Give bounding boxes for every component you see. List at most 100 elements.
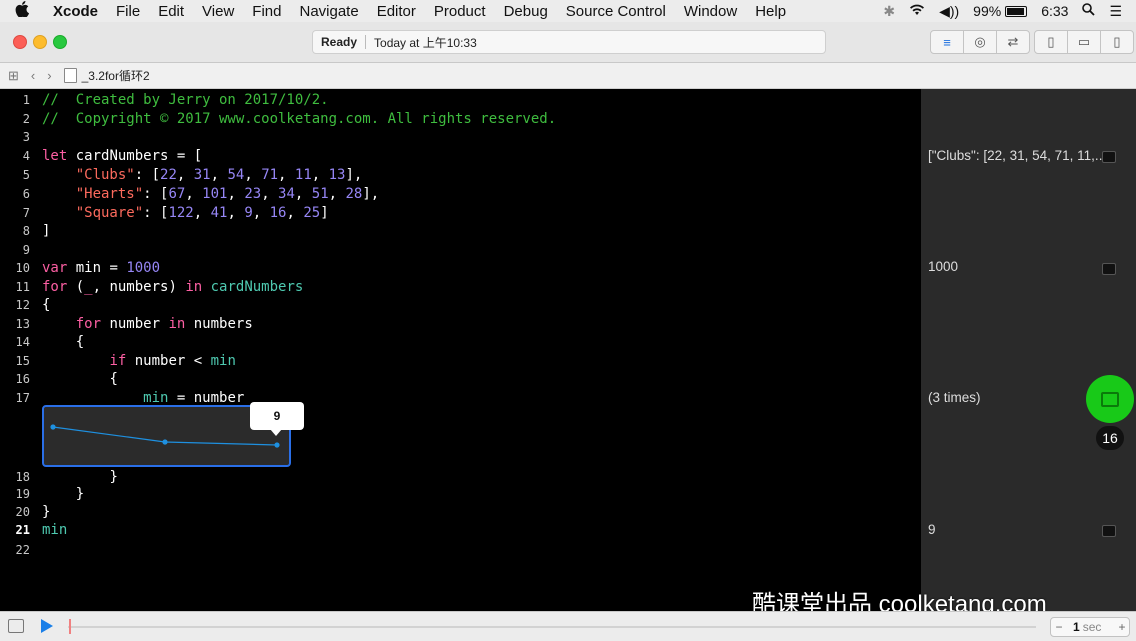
code-keyword: var xyxy=(42,260,68,276)
code-identifier: min xyxy=(210,353,236,369)
graph-point[interactable] xyxy=(162,439,168,445)
code-text: , numbers) xyxy=(92,279,186,295)
code-line-11: for (_, numbers) in cardNumbers xyxy=(42,278,303,296)
result-toggle-icon xyxy=(1101,391,1119,407)
code-number: 71 xyxy=(261,167,279,183)
code-keyword: if xyxy=(109,353,127,369)
menu-view[interactable]: View xyxy=(193,3,243,20)
menu-editor[interactable]: Editor xyxy=(368,3,425,20)
quick-look-icon[interactable] xyxy=(1102,151,1116,163)
code-editor[interactable]: 1 // Created by Jerry on 2017/10/2. 2 // C… xyxy=(0,89,921,611)
code-string: "Hearts" xyxy=(75,186,144,202)
close-window-button[interactable] xyxy=(13,35,27,49)
zoom-window-button[interactable] xyxy=(53,35,67,49)
apple-menu-icon[interactable] xyxy=(0,0,44,22)
menu-bar: Xcode File Edit View Find Navigate Edito… xyxy=(0,0,1136,22)
run-playground-button[interactable] xyxy=(41,619,53,633)
result-line-4[interactable]: ["Clubs": [22, 31, 54, 71, 11,... xyxy=(928,148,1106,163)
related-items-grid-icon[interactable]: ⊞ xyxy=(0,68,25,84)
navigator-toggle-icon[interactable]: ▯ xyxy=(1035,31,1068,53)
code-text: } xyxy=(109,469,118,485)
duration-stepper[interactable]: − 1 sec + xyxy=(1050,617,1130,637)
editor-mode-segmented: ≡ ◎ ⇄ xyxy=(930,30,1030,54)
menu-edit[interactable]: Edit xyxy=(149,3,193,20)
notification-center-icon[interactable]: ☰ xyxy=(1109,3,1122,20)
volume-icon[interactable]: ◀)) xyxy=(939,3,959,20)
line-number: 12 xyxy=(15,298,30,312)
battery-status[interactable]: 99% xyxy=(973,3,1028,19)
result-line-17[interactable]: (3 times) xyxy=(928,390,981,405)
line-number: 22 xyxy=(15,543,30,557)
line-number: 8 xyxy=(22,224,30,238)
utilities-toggle-icon[interactable]: ▯ xyxy=(1101,31,1133,53)
code-text: number xyxy=(101,316,169,332)
line-number: 9 xyxy=(22,243,30,257)
timeline-marker[interactable] xyxy=(69,619,71,634)
battery-percent: 99% xyxy=(973,3,1002,19)
tooltip-arrow xyxy=(270,429,282,436)
playground-file-icon xyxy=(63,68,77,83)
debug-area-toggle-icon[interactable]: ▭ xyxy=(1068,31,1101,53)
line-number: 15 xyxy=(15,354,30,368)
code-text: : [ xyxy=(134,167,161,183)
clock[interactable]: 6:33 xyxy=(1041,3,1068,19)
forward-chevron-icon[interactable]: › xyxy=(41,68,57,83)
execution-timeline[interactable] xyxy=(68,626,1036,628)
code-number: 34 xyxy=(278,186,295,202)
battery-icon xyxy=(1005,5,1028,17)
menu-debug[interactable]: Debug xyxy=(495,3,557,20)
line-number: 20 xyxy=(15,505,30,519)
code-number: 25 xyxy=(303,205,321,221)
code-line-16: { xyxy=(42,370,117,388)
quick-look-icon[interactable] xyxy=(1102,525,1116,537)
code-number: 22 xyxy=(160,167,177,183)
code-string: "Clubs" xyxy=(75,167,135,183)
line-number: 11 xyxy=(15,280,30,294)
increment-icon[interactable]: + xyxy=(1115,620,1129,634)
minimize-window-button[interactable] xyxy=(33,35,47,49)
window-toolbar: Ready Today at 上午10:33 ≡ ◎ ⇄ ▯ ▭ ▯ xyxy=(0,22,1136,63)
bluetooth-icon[interactable]: ✱ xyxy=(883,3,895,20)
duration-value: 1 xyxy=(1073,620,1080,634)
code-text: numbers xyxy=(185,316,253,332)
code-line-19: } xyxy=(42,485,84,503)
code-keyword: _ xyxy=(84,279,93,295)
standard-editor-icon[interactable]: ≡ xyxy=(931,31,964,53)
quick-look-icon[interactable] xyxy=(1102,263,1116,275)
code-number: 1000 xyxy=(126,260,161,276)
line-number: 17 xyxy=(15,391,30,405)
code-string: "Square" xyxy=(75,205,144,221)
decrement-icon[interactable]: − xyxy=(1051,620,1067,634)
back-chevron-icon[interactable]: ‹ xyxy=(25,68,41,83)
code-keyword: for xyxy=(75,316,102,332)
code-text: { xyxy=(42,297,51,313)
wifi-icon[interactable] xyxy=(909,3,925,19)
result-line-21[interactable]: 9 xyxy=(928,522,936,537)
graph-point[interactable] xyxy=(274,442,280,448)
version-editor-icon[interactable]: ⇄ xyxy=(997,31,1029,53)
menu-find[interactable]: Find xyxy=(243,3,290,20)
menu-product[interactable]: Product xyxy=(425,3,495,20)
hide-debug-area-icon[interactable] xyxy=(8,619,24,633)
show-result-button[interactable] xyxy=(1086,375,1134,423)
menu-file[interactable]: File xyxy=(107,3,149,20)
code-number: 13 xyxy=(328,167,346,183)
code-line-10: var min = 1000 xyxy=(42,259,160,277)
result-line-10[interactable]: 1000 xyxy=(928,259,958,274)
code-number: 28 xyxy=(345,186,363,202)
menu-app-xcode[interactable]: Xcode xyxy=(44,3,107,20)
code-number: 11 xyxy=(294,167,312,183)
menu-window[interactable]: Window xyxy=(675,3,746,20)
spotlight-search-icon[interactable] xyxy=(1082,3,1096,19)
jump-bar-file[interactable]: _3.2for循环2 xyxy=(63,67,150,84)
assistant-editor-icon[interactable]: ◎ xyxy=(964,31,997,53)
graph-point[interactable] xyxy=(50,424,56,430)
code-line-4: let cardNumbers = [ xyxy=(42,147,202,165)
jump-bar: ⊞ ‹ › _3.2for循环2 xyxy=(0,63,1136,89)
line-number: 14 xyxy=(15,335,30,349)
line-number: 3 xyxy=(22,130,30,144)
menu-help[interactable]: Help xyxy=(746,3,795,20)
menu-source-control[interactable]: Source Control xyxy=(557,3,675,20)
menu-navigate[interactable]: Navigate xyxy=(290,3,367,20)
